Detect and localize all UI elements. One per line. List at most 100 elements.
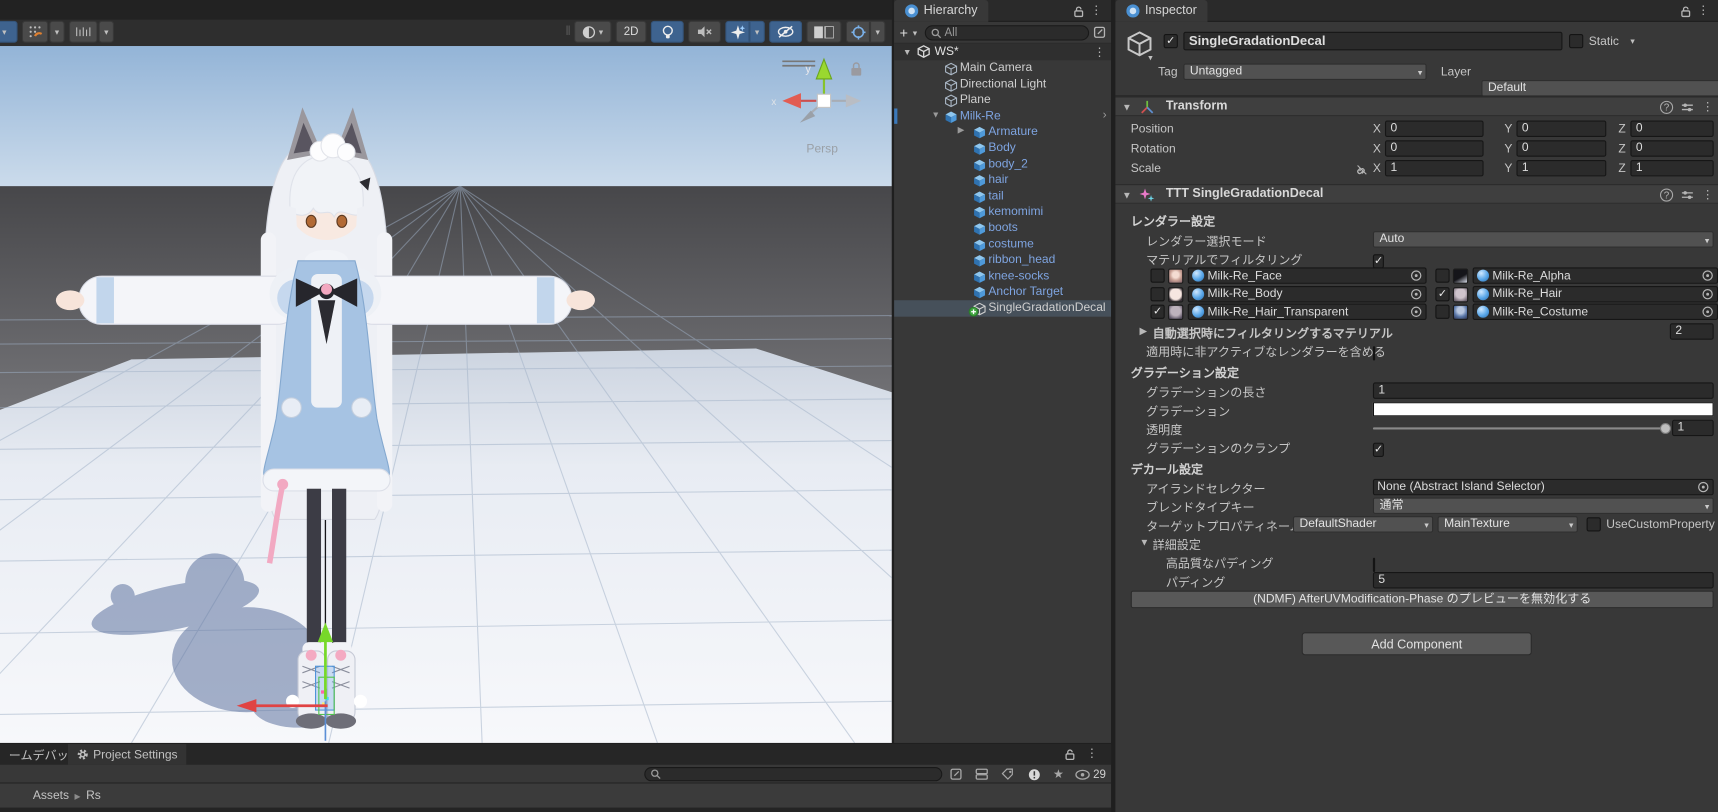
tab-inspector[interactable]: Inspector <box>1115 0 1207 22</box>
hierarchy-item-costume[interactable]: costume <box>894 236 1111 252</box>
hierarchy-item-anchor-target[interactable]: Anchor Target <box>894 284 1111 300</box>
shading-mode-button[interactable]: ▾ <box>574 21 611 43</box>
link-broken-icon[interactable] <box>1355 162 1368 182</box>
breadcrumb-assets[interactable]: Assets <box>33 789 69 802</box>
material-field-milk-re-hair[interactable]: Milk-Re_Hair <box>1473 285 1718 301</box>
material-thumbnail[interactable] <box>1453 268 1468 283</box>
scene-root-row[interactable]: ▼ WS* ⋮ <box>894 44 1111 60</box>
hierarchy-item-body[interactable]: Body <box>894 140 1111 156</box>
object-picker-icon[interactable] <box>1410 270 1422 282</box>
presets-icon[interactable] <box>1681 100 1694 113</box>
active-checkbox[interactable]: ✓ <box>1164 34 1178 48</box>
lock-icon[interactable] <box>1073 5 1085 17</box>
foldout-open-icon[interactable]: ▼ <box>1122 190 1132 201</box>
snap-increment-button[interactable] <box>69 21 97 43</box>
add-component-button[interactable]: Add Component <box>1302 632 1532 655</box>
hierarchy-search-input[interactable]: All <box>925 25 1089 40</box>
presets-icon[interactable] <box>1681 188 1694 201</box>
hierarchy-item-hair[interactable]: hair <box>894 172 1111 188</box>
transform-header[interactable]: ▼ Transform ? ⋮ <box>1115 96 1718 116</box>
hierarchy-item-main-camera[interactable]: Main Camera <box>894 60 1111 76</box>
material-enabled-checkbox[interactable] <box>1435 305 1449 319</box>
label-icon[interactable] <box>999 767 1017 781</box>
texture-property-dropdown[interactable]: MainTexture▾ <box>1438 516 1578 532</box>
tab-hierarchy[interactable]: Hierarchy <box>894 0 988 22</box>
foldout-open-icon[interactable]: ▼ <box>1140 536 1150 547</box>
scene-view-pane[interactable]: ▾ ▾ ▾ ‖ ▾ 2D <box>0 0 892 743</box>
perspective-label[interactable]: Persp <box>806 141 838 155</box>
foldout-open-icon[interactable]: ▼ <box>903 47 912 57</box>
hierarchy-item-knee-socks[interactable]: knee-socks <box>894 268 1111 284</box>
filtered-material-count-field[interactable]: 2 <box>1670 323 1714 339</box>
property-value-field[interactable]: 5 <box>1373 571 1714 587</box>
alert-icon[interactable] <box>1026 767 1044 781</box>
2d-mode-button[interactable]: 2D <box>616 21 647 43</box>
material-field-milk-re-body[interactable]: Milk-Re_Body <box>1188 285 1427 301</box>
material-field-milk-re-costume[interactable]: Milk-Re_Costume <box>1473 304 1718 320</box>
use-custom-property-checkbox[interactable] <box>1587 517 1601 531</box>
tag-dropdown[interactable]: Untagged▾ <box>1183 64 1426 80</box>
material-thumbnail[interactable] <box>1168 287 1183 302</box>
material-enabled-checkbox[interactable] <box>1150 268 1164 282</box>
component-overlay-button[interactable] <box>846 21 870 43</box>
static-checkbox[interactable] <box>1569 34 1583 48</box>
grid-snap-dropdown[interactable]: ▾ <box>49 21 64 43</box>
material-thumbnail[interactable] <box>1168 268 1183 283</box>
material-field-milk-re-face[interactable]: Milk-Re_Face <box>1188 267 1427 283</box>
material-field-milk-re-hair-transparent[interactable]: Milk-Re_Hair_Transparent <box>1188 304 1427 320</box>
transform-scale-y-field[interactable]: 1 <box>1516 160 1606 176</box>
material-thumbnail[interactable] <box>1453 305 1468 320</box>
material-thumbnail[interactable] <box>1168 305 1183 320</box>
kebab-menu-icon[interactable]: ⋮ <box>1090 3 1102 17</box>
transform-rotation-z-field[interactable]: 0 <box>1630 140 1713 156</box>
scene-lighting-button[interactable] <box>651 21 684 43</box>
hierarchy-item-kemomimi[interactable]: kemomimi <box>894 204 1111 220</box>
scene-effects-dropdown[interactable]: ▾ <box>749 21 764 43</box>
snap-increment-dropdown[interactable]: ▾ <box>99 21 114 43</box>
slider-value-field[interactable]: 1 <box>1672 419 1714 435</box>
property-checkbox[interactable] <box>1373 557 1375 571</box>
ndmf-preview-toggle-button[interactable]: (NDMF) AfterUVModification-Phase のプレビューを… <box>1131 590 1714 608</box>
hierarchy-item-boots[interactable]: boots <box>894 220 1111 236</box>
hierarchy-item-ribbon-head[interactable]: ribbon_head <box>894 252 1111 268</box>
hierarchy-item-singlegradationdecal[interactable]: SingleGradationDecal <box>894 300 1111 316</box>
opacity-slider[interactable] <box>1373 427 1666 429</box>
kebab-menu-icon[interactable]: ⋮ <box>1697 3 1709 17</box>
scene-viewport[interactable]: y x Persp <box>0 46 892 743</box>
search-in-window-icon[interactable] <box>947 767 965 781</box>
property-dropdown[interactable]: Auto▾ <box>1373 231 1714 247</box>
material-enabled-checkbox[interactable] <box>1435 268 1449 282</box>
material-enabled-checkbox[interactable]: ✓ <box>1435 287 1449 301</box>
material-thumbnail[interactable] <box>1453 287 1468 302</box>
material-enabled-checkbox[interactable]: ✓ <box>1150 305 1164 319</box>
lock-icon[interactable] <box>1680 5 1692 17</box>
object-picker-icon[interactable] <box>1410 306 1422 318</box>
property-checkbox[interactable]: ✓ <box>1373 442 1384 456</box>
hierarchy-item-directional-light[interactable]: Directional Light <box>894 76 1111 92</box>
foldout-closed-icon[interactable]: ▶ <box>1140 325 1148 337</box>
material-enabled-checkbox[interactable] <box>1150 287 1164 301</box>
transform-rotation-x-field[interactable]: 0 <box>1385 140 1484 156</box>
create-object-dropdown[interactable]: ▾ <box>913 28 917 38</box>
kebab-menu-icon[interactable]: ⋮ <box>1702 187 1714 201</box>
gizmo-center-cube[interactable] <box>817 94 830 107</box>
scene-visibility-button[interactable] <box>769 21 802 43</box>
layer-dropdown[interactable]: Default▾ <box>1481 80 1718 96</box>
grid-snap-button[interactable] <box>22 21 48 43</box>
transform-position-z-field[interactable]: 0 <box>1630 121 1713 137</box>
transform-scale-x-field[interactable]: 1 <box>1385 160 1484 176</box>
component-overlay-dropdown[interactable]: ▾ <box>870 21 885 43</box>
icon-dropdown[interactable]: ▾ <box>1148 53 1152 63</box>
kebab-menu-icon[interactable]: ⋮ <box>1086 746 1098 760</box>
project-search-input[interactable] <box>644 767 942 781</box>
slider-handle[interactable] <box>1660 422 1671 433</box>
pick-window-icon[interactable] <box>1094 26 1106 38</box>
kebab-menu-icon[interactable]: ⋮ <box>1094 45 1106 59</box>
lock-icon[interactable] <box>1064 748 1076 760</box>
foldout-open-icon[interactable]: ▼ <box>1122 102 1132 113</box>
property-value-field[interactable]: 1 <box>1373 382 1714 398</box>
help-icon[interactable]: ? <box>1660 188 1673 201</box>
scene-audio-button[interactable] <box>688 21 721 43</box>
help-icon[interactable]: ? <box>1660 100 1673 113</box>
hidden-count-toggle[interactable]: 29 <box>1074 767 1107 781</box>
